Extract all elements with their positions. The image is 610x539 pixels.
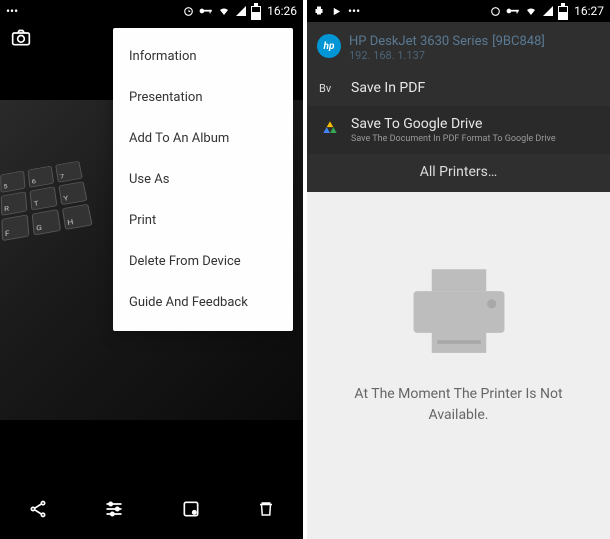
status-bar: ••• 16:26 bbox=[0, 0, 303, 22]
key-icon bbox=[506, 6, 520, 16]
key-icon bbox=[199, 6, 213, 16]
clock-text: 16:26 bbox=[267, 4, 297, 18]
battery-icon bbox=[558, 3, 568, 20]
camera-icon[interactable] bbox=[10, 28, 32, 52]
status-bar: ••• 16:27 bbox=[307, 0, 610, 22]
wifi-icon bbox=[217, 5, 231, 17]
crop-icon[interactable] bbox=[181, 499, 201, 523]
menu-item-print[interactable]: Print bbox=[113, 200, 293, 241]
google-drive-icon bbox=[319, 118, 341, 142]
hp-logo-icon: hp bbox=[317, 34, 341, 58]
empty-state: At The Moment The Printer Is Not Availab… bbox=[307, 192, 610, 426]
alarm-icon bbox=[489, 5, 502, 18]
battery-icon bbox=[251, 3, 261, 20]
printer-name: HP DeskJet 3630 Series bbox=[349, 34, 488, 49]
save-pdf-label: Save In PDF bbox=[351, 80, 425, 96]
alarm-icon bbox=[182, 5, 195, 18]
wifi-icon bbox=[524, 5, 538, 17]
notification-dots-icon: ••• bbox=[348, 4, 360, 18]
context-menu: Information Presentation Add To An Album… bbox=[113, 28, 293, 331]
save-pdf-option[interactable]: Bv Save In PDF bbox=[307, 70, 610, 106]
bottom-toolbar bbox=[0, 483, 303, 539]
menu-item-use-as[interactable]: Use As bbox=[113, 159, 293, 200]
menu-item-add-to-album[interactable]: Add To An Album bbox=[113, 118, 293, 159]
menu-item-feedback[interactable]: Guide And Feedback bbox=[113, 282, 293, 323]
play-icon bbox=[331, 6, 342, 17]
save-drive-option[interactable]: Save To Google Drive Save The Document I… bbox=[307, 106, 610, 154]
printer-placeholder-icon bbox=[327, 262, 590, 366]
right-screenshot: ••• 16:27 hp HP DeskJet 3630 Seri bbox=[307, 0, 610, 539]
save-drive-label: Save To Google Drive bbox=[351, 116, 556, 132]
printer-selector[interactable]: hp HP DeskJet 3630 Series [9BC848] 192. … bbox=[307, 22, 610, 70]
signal-icon bbox=[235, 5, 247, 17]
printer-code: [9BC848] bbox=[492, 34, 545, 49]
empty-state-message: At The Moment The Printer Is Not Availab… bbox=[327, 384, 590, 426]
save-drive-sub: Save The Document In PDF Format To Googl… bbox=[351, 134, 556, 144]
trash-icon[interactable] bbox=[257, 499, 275, 523]
pdf-icon: Bv bbox=[319, 82, 341, 95]
clock-text: 16:27 bbox=[574, 4, 604, 18]
all-printers-button[interactable]: All Printers… bbox=[307, 154, 610, 192]
left-screenshot: ••• 16:26 4567 E bbox=[0, 0, 303, 539]
printer-notif-icon bbox=[313, 5, 325, 17]
sliders-icon[interactable] bbox=[104, 499, 124, 523]
menu-item-presentation[interactable]: Presentation bbox=[113, 77, 293, 118]
notification-dots-icon: ••• bbox=[6, 4, 18, 18]
printer-ip: 192. 168. 1.137 bbox=[349, 49, 545, 62]
menu-item-delete[interactable]: Delete From Device bbox=[113, 241, 293, 282]
share-icon[interactable] bbox=[28, 499, 48, 523]
signal-icon bbox=[542, 5, 554, 17]
menu-item-information[interactable]: Information bbox=[113, 36, 293, 77]
